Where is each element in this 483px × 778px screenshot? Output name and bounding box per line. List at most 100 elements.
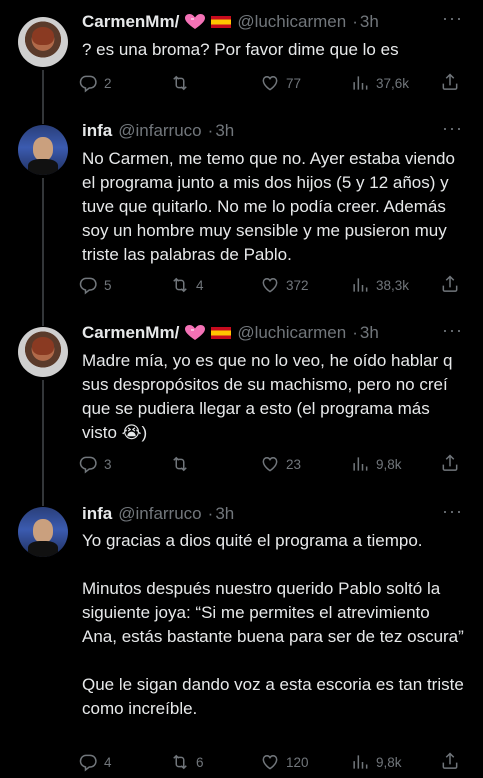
retweet-button[interactable]: 6 bbox=[170, 751, 204, 773]
tweet[interactable]: CarmenMm/ @luchicarmen · 3h ··· ? es una… bbox=[0, 0, 483, 112]
author-name[interactable]: CarmenMm/ bbox=[82, 323, 179, 343]
spain-flag-emoji-icon bbox=[211, 327, 232, 339]
author-name[interactable]: infa bbox=[82, 504, 112, 524]
like-count: 372 bbox=[286, 277, 309, 293]
retweet-icon bbox=[173, 754, 187, 770]
reply-count: 5 bbox=[104, 277, 112, 293]
more-dots-icon[interactable]: ··· bbox=[442, 501, 463, 522]
retweet-icon bbox=[173, 456, 187, 472]
tweet-actions: 2 77 37,6k bbox=[78, 72, 468, 94]
more-dots-icon[interactable]: ··· bbox=[442, 118, 463, 139]
heart-icon bbox=[262, 75, 278, 91]
pink-heart-emoji-icon bbox=[185, 325, 206, 340]
tweet-actions: 5 4 372 38,3k bbox=[78, 274, 468, 296]
thread-line bbox=[42, 112, 44, 124]
tweet-text: No Carmen, me temo que no. Ayer estaba v… bbox=[82, 149, 455, 264]
reply-button[interactable]: 2 bbox=[78, 72, 112, 94]
thread-line bbox=[42, 380, 44, 498]
heart-icon bbox=[262, 754, 278, 770]
retweet-count: 4 bbox=[196, 277, 204, 293]
views-count: 38,3k bbox=[376, 277, 410, 293]
avatar[interactable] bbox=[18, 17, 68, 67]
like-count: 23 bbox=[286, 456, 302, 472]
thread-line bbox=[42, 312, 44, 326]
like-count: 77 bbox=[286, 75, 302, 91]
tweet-header: CarmenMm/ @luchicarmen · 3h bbox=[82, 12, 379, 32]
like-button[interactable]: 372 bbox=[260, 274, 309, 296]
thread-line bbox=[42, 498, 44, 506]
avatar[interactable] bbox=[18, 327, 68, 377]
share-button[interactable] bbox=[440, 453, 460, 476]
views-button[interactable]: 38,3k bbox=[350, 274, 409, 296]
author-handle[interactable]: @luchicarmen bbox=[237, 323, 346, 343]
tweet-header: infa @infarruco · 3h bbox=[82, 504, 234, 524]
avatar[interactable] bbox=[18, 507, 68, 557]
timestamp[interactable]: 3h bbox=[360, 12, 379, 32]
retweet-button[interactable] bbox=[170, 453, 196, 475]
like-button[interactable]: 120 bbox=[260, 751, 309, 773]
reply-icon bbox=[79, 277, 97, 295]
views-button[interactable]: 9,8k bbox=[350, 453, 402, 475]
views-count: 9,8k bbox=[376, 754, 402, 770]
heart-icon bbox=[262, 456, 278, 472]
share-button[interactable] bbox=[440, 751, 460, 774]
author-handle[interactable]: @infarruco bbox=[118, 121, 201, 141]
tweet-text: ? es una broma? Por favor dime que lo es bbox=[82, 40, 399, 59]
retweet-icon bbox=[173, 75, 187, 91]
reply-button[interactable]: 5 bbox=[78, 274, 112, 296]
reply-count: 2 bbox=[104, 75, 112, 91]
retweet-icon bbox=[173, 277, 187, 293]
like-button[interactable]: 23 bbox=[260, 453, 301, 475]
views-button[interactable]: 37,6k bbox=[350, 72, 409, 94]
reply-count: 3 bbox=[104, 456, 112, 472]
views-chart-icon bbox=[353, 755, 368, 769]
views-chart-icon bbox=[353, 76, 368, 90]
tweet-header: infa @infarruco · 3h bbox=[82, 121, 234, 141]
tweet-actions: 3 23 9,8k bbox=[78, 453, 468, 475]
views-chart-icon bbox=[353, 457, 368, 471]
share-icon bbox=[442, 73, 458, 90]
reply-icon bbox=[79, 754, 97, 772]
tweet-text: Madre mía, yo es que no lo veo, he oído … bbox=[82, 351, 453, 442]
heart-icon bbox=[262, 277, 278, 293]
thread-line bbox=[42, 70, 44, 112]
more-dots-icon[interactable]: ··· bbox=[442, 320, 463, 341]
reply-icon bbox=[79, 75, 97, 93]
retweet-button[interactable] bbox=[170, 72, 196, 94]
avatar[interactable] bbox=[18, 125, 68, 175]
share-button[interactable] bbox=[440, 274, 460, 297]
separator-dot: · bbox=[207, 504, 214, 523]
share-icon bbox=[442, 275, 458, 292]
spain-flag-emoji-icon bbox=[211, 16, 232, 28]
retweet-button[interactable]: 4 bbox=[170, 274, 204, 296]
thread-line bbox=[42, 178, 44, 312]
retweet-count: 6 bbox=[196, 754, 204, 770]
pink-heart-emoji-icon bbox=[185, 14, 206, 29]
reply-count: 4 bbox=[104, 754, 112, 770]
share-icon bbox=[442, 454, 458, 471]
tweet-header: CarmenMm/ @luchicarmen · 3h bbox=[82, 323, 379, 343]
reply-icon bbox=[79, 456, 97, 474]
views-count: 37,6k bbox=[376, 75, 410, 91]
like-count: 120 bbox=[286, 754, 309, 770]
reply-button[interactable]: 4 bbox=[78, 751, 112, 773]
author-name[interactable]: CarmenMm/ bbox=[82, 12, 179, 32]
tweet[interactable]: CarmenMm/ @luchicarmen · 3h ··· Madre mí… bbox=[0, 312, 483, 498]
like-button[interactable]: 77 bbox=[260, 72, 301, 94]
author-handle[interactable]: @luchicarmen bbox=[237, 12, 346, 32]
separator-dot: · bbox=[207, 121, 214, 140]
timestamp[interactable]: 3h bbox=[360, 323, 379, 343]
reply-button[interactable]: 3 bbox=[78, 453, 112, 475]
more-dots-icon[interactable]: ··· bbox=[442, 8, 463, 29]
tweet-text: Yo gracias a dios quité el programa a ti… bbox=[82, 531, 464, 718]
tweet[interactable]: infa @infarruco · 3h ··· No Carmen, me t… bbox=[0, 112, 483, 312]
share-button[interactable] bbox=[440, 72, 460, 95]
separator-dot: · bbox=[352, 323, 358, 342]
views-button[interactable]: 9,8k bbox=[350, 751, 402, 773]
tweet[interactable]: infa @infarruco · 3h ··· Yo gracias a di… bbox=[0, 498, 483, 778]
author-name[interactable]: infa bbox=[82, 121, 112, 141]
author-handle[interactable]: @infarruco bbox=[118, 504, 201, 524]
timestamp[interactable]: 3h bbox=[215, 121, 234, 141]
share-icon bbox=[442, 752, 458, 769]
timestamp[interactable]: 3h bbox=[215, 504, 234, 524]
